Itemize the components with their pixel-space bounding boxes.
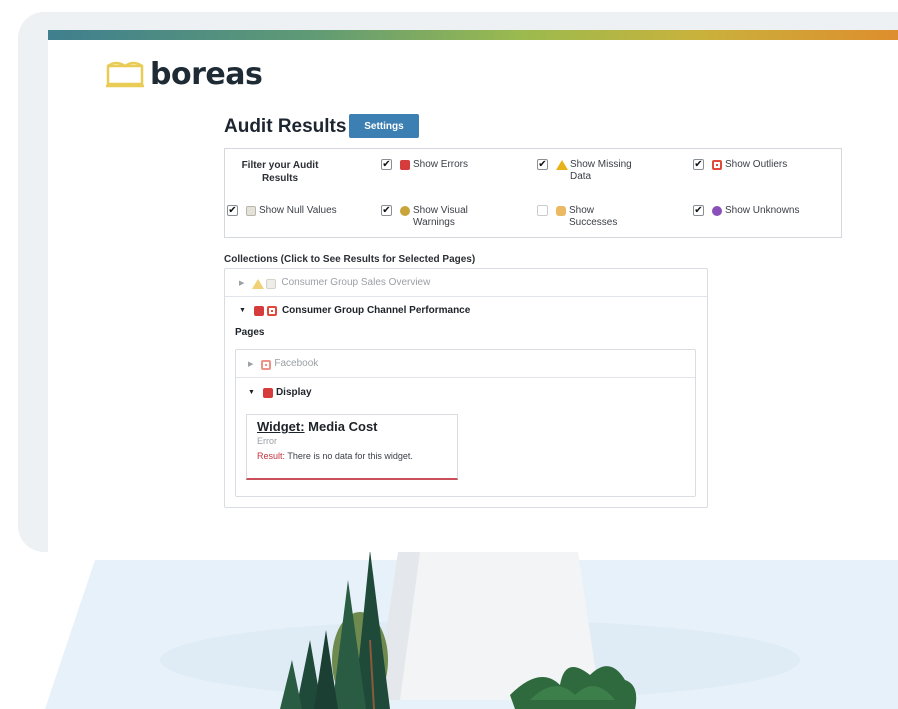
outlier-icon — [261, 359, 272, 370]
widget-result-card[interactable]: Widget: Media Cost Error Result: There i… — [246, 414, 458, 480]
filter-label: Show Successes — [569, 205, 618, 228]
filter-show-missing-data[interactable]: ✔ Show Missing Data — [537, 159, 657, 183]
caret-right-icon: ▶ — [239, 279, 245, 287]
filter-label: Show Null Values — [259, 205, 337, 216]
unknown-icon — [712, 206, 722, 216]
widget-status: Error — [257, 436, 277, 446]
collection-name: Consumer Group Sales Overview — [281, 277, 431, 288]
error-icon — [262, 388, 273, 398]
filter-show-outliers[interactable]: ✔ Show Outliers — [693, 159, 787, 171]
page-title: Audit Results — [224, 116, 347, 137]
collection-item-expanded[interactable]: ▼ Consumer Group Channel Performance — [225, 299, 707, 321]
widget-title: Widget: Media Cost — [257, 419, 447, 434]
brand-name: boreas — [150, 56, 263, 92]
collection-name: Consumer Group Channel Performance — [281, 304, 471, 316]
pages-heading: Pages — [235, 327, 265, 338]
filter-show-errors[interactable]: ✔ Show Errors — [381, 159, 468, 171]
filter-label: Show Missing Data — [570, 159, 632, 182]
filter-show-unknowns[interactable]: ✔ Show Unknowns — [693, 205, 799, 217]
widget-name: Media Cost — [308, 419, 378, 434]
checkbox-checked[interactable]: ✔ — [693, 205, 704, 216]
result-label: Result: — [257, 451, 286, 461]
filter-show-successes[interactable]: Show Successes — [537, 205, 657, 229]
trees-illustration — [280, 550, 390, 709]
app-screen: boreas Audit Results Settings Filter you… — [48, 30, 898, 552]
error-icon — [253, 306, 264, 316]
widget-result: Result: There is no data for this widget… — [257, 451, 447, 461]
warning-icon — [556, 160, 568, 170]
checkbox-checked[interactable]: ✔ — [537, 159, 548, 170]
filter-label: Show Errors — [413, 159, 469, 170]
filter-show-null-values[interactable]: ✔ Show Null Values — [227, 205, 337, 217]
brand-gradient-bar — [48, 30, 898, 40]
collections-panel: ▶ Consumer Group Sales Overview ▼ Consum… — [224, 268, 708, 508]
caret-down-icon: ▼ — [239, 306, 246, 314]
filter-heading: Filter your Audit Results — [241, 160, 319, 184]
outlier-icon — [266, 306, 277, 316]
monitor-frame: boreas Audit Results Settings Filter you… — [18, 12, 898, 552]
page-name: Display — [275, 386, 312, 398]
checkbox-checked[interactable]: ✔ — [693, 159, 704, 170]
brand-logo[interactable]: boreas — [106, 56, 263, 92]
warning-icon — [252, 278, 265, 289]
caret-down-icon: ▼ — [248, 388, 255, 396]
outlier-icon — [712, 160, 722, 170]
filter-show-visual-warnings[interactable]: ✔ Show Visual Warnings — [381, 205, 501, 229]
settings-button[interactable]: Settings — [349, 114, 419, 138]
collection-item-collapsed[interactable]: ▶ Consumer Group Sales Overview — [225, 269, 707, 297]
visual-warning-icon — [400, 206, 410, 216]
filter-label: Show Unknowns — [725, 205, 800, 216]
checkbox-unchecked[interactable] — [537, 205, 548, 216]
collections-heading: Collections (Click to See Results for Se… — [224, 254, 476, 265]
filter-panel: Filter your Audit Results ✔ Show Errors … — [224, 148, 842, 238]
null-value-icon — [246, 206, 256, 216]
filter-label: Show Visual Warnings — [413, 205, 468, 228]
promo-stage: boreas Audit Results Settings Filter you… — [0, 0, 898, 709]
null-value-icon — [266, 278, 277, 289]
boreas-logo-icon — [106, 61, 144, 88]
checkbox-checked[interactable]: ✔ — [381, 205, 392, 216]
bush-illustration — [510, 666, 637, 709]
widget-prefix: Widget: — [257, 419, 305, 434]
page-item-expanded[interactable]: ▼ Display — [236, 380, 695, 404]
error-icon — [400, 160, 410, 170]
checkbox-checked[interactable]: ✔ — [227, 205, 238, 216]
success-icon — [556, 206, 566, 216]
filter-label: Show Outliers — [725, 159, 788, 170]
pages-panel: ▶ Facebook ▼ Display Widget: Media Cost — [235, 349, 696, 497]
page-item-collapsed[interactable]: ▶ Facebook — [236, 350, 695, 378]
checkbox-checked[interactable]: ✔ — [381, 159, 392, 170]
caret-right-icon: ▶ — [248, 360, 254, 368]
result-text: There is no data for this widget. — [287, 451, 413, 461]
page-name: Facebook — [274, 358, 319, 369]
